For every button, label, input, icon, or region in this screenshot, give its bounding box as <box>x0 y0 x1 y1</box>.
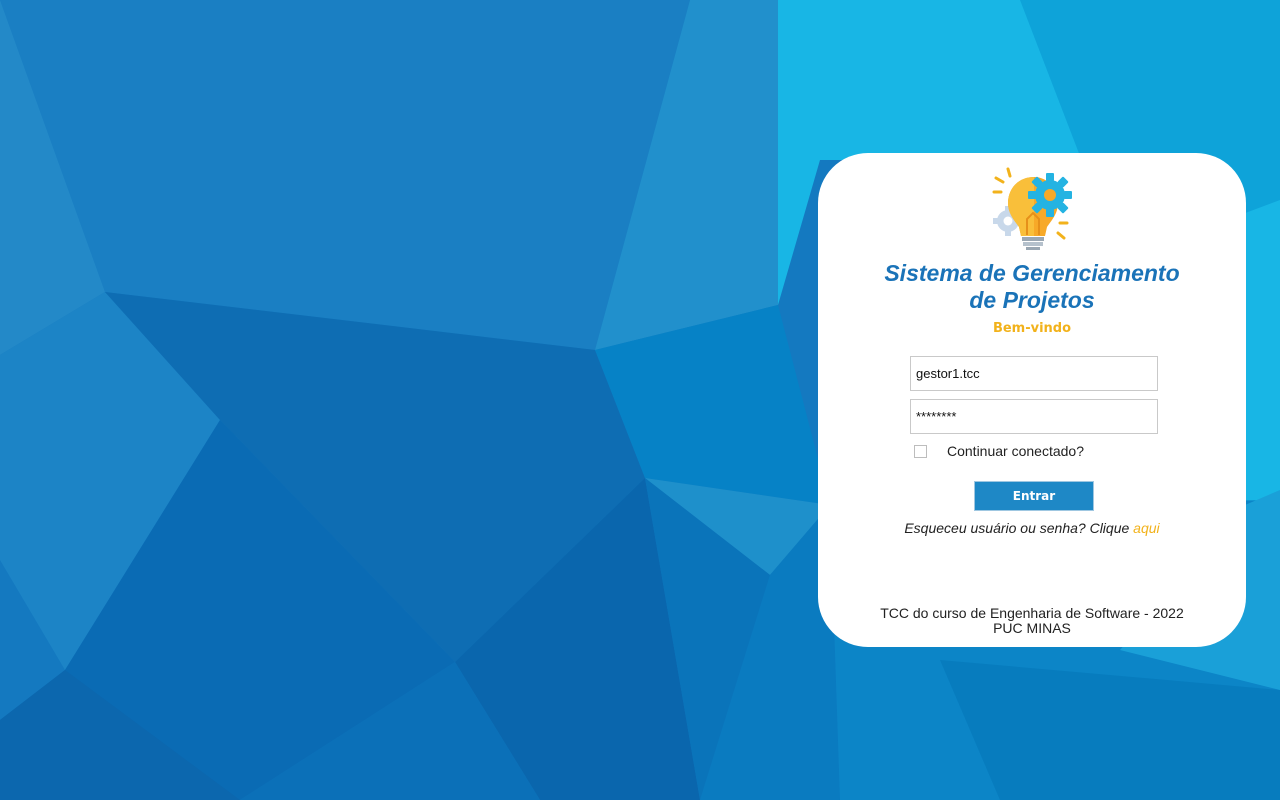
title-line-2: de Projetos <box>969 287 1095 313</box>
page-title: Sistema de Gerenciamento de Projetos <box>818 260 1246 314</box>
lightbulb-gear-icon <box>992 167 1072 250</box>
welcome-text: Bem-vindo <box>992 321 1072 336</box>
forgot-link[interactable]: aqui <box>1133 520 1159 536</box>
login-card: Sistema de Gerenciamento de Projetos Bem… <box>818 153 1246 647</box>
title-line-1: Sistema de Gerenciamento <box>884 260 1180 286</box>
remember-checkbox[interactable] <box>914 444 927 458</box>
forgot-credentials: Esqueceu usuário ou senha? Clique aqui <box>818 520 1246 536</box>
login-button[interactable]: Entrar <box>974 481 1094 511</box>
footer-line-2: PUC MINAS <box>993 620 1071 636</box>
username-input[interactable] <box>910 356 1158 391</box>
forgot-text: Esqueceu usuário ou senha? Clique <box>904 520 1134 536</box>
footer: TCC do curso de Engenharia de Software -… <box>818 606 1246 636</box>
remember-label: Continuar conectado? <box>947 443 1084 459</box>
password-input[interactable] <box>910 399 1158 434</box>
remember-me[interactable]: Continuar conectado? <box>914 442 1084 460</box>
footer-line-1: TCC do curso de Engenharia de Software -… <box>880 605 1184 621</box>
